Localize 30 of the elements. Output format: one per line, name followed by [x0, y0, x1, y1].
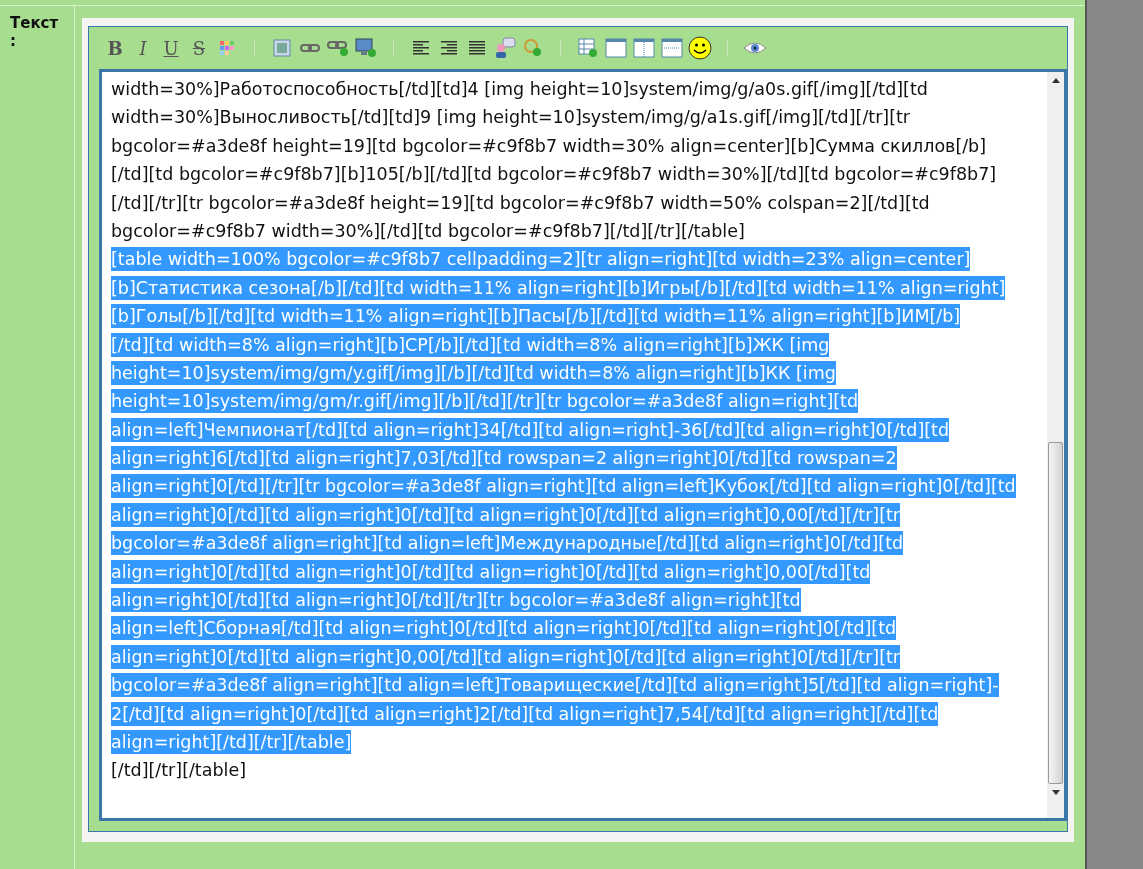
text-line: width=30%]Выносливость[/td][td]9 [img height=10]system/img/g/a1s.gif[/img][/td][/tr][tr — [111, 106, 911, 130]
field-label: Текст : — [10, 14, 60, 50]
palette-icon[interactable] — [219, 40, 235, 56]
text-line: [/td][/tr][/table] — [111, 759, 246, 783]
underline-button[interactable]: U — [159, 36, 183, 60]
smiley-icon[interactable] — [688, 36, 712, 60]
eye-icon[interactable] — [743, 40, 767, 56]
zoom-add-icon[interactable] — [523, 38, 543, 58]
link-add-icon[interactable] — [327, 39, 349, 57]
columns-icon[interactable] — [633, 38, 655, 58]
user-comment-icon[interactable] — [494, 37, 516, 59]
scroll-up-icon[interactable] — [1051, 78, 1060, 83]
text-line: bgcolor=#c9f8b7 width=30%][/td][td bgcolor=#c9f8b7][/td][/tr][/table] — [111, 219, 745, 243]
text-line: [/td][td bgcolor=#c9f8b7][b]105[/b][/td][td bgcolor=#c9f8b7 width=30%][/td][td bgcolor=#c9f8b7] — [111, 163, 997, 187]
text-line: [/td][/tr][tr bgcolor=#a3de8f height=19][td bgcolor=#c9f8b7 width=50% colspan=2][/td][td — [111, 191, 930, 215]
align-right-icon[interactable] — [440, 40, 458, 56]
window-icon[interactable] — [605, 38, 627, 58]
link-icon[interactable] — [300, 42, 320, 54]
scroll-down-icon[interactable] — [1051, 790, 1060, 795]
align-left-icon[interactable] — [412, 40, 430, 56]
scroll-thumb[interactable] — [1048, 442, 1063, 784]
text-line: bgcolor=#a3de8f height=19][td bgcolor=#c9f8b7 width=30% align=center][b]Сумма скиллов[/b] — [111, 134, 987, 158]
strikethrough-button[interactable]: S — [187, 36, 211, 60]
bold-button[interactable]: B — [103, 36, 127, 60]
scrollbar[interactable] — [1046, 72, 1064, 818]
italic-button[interactable]: I — [131, 36, 155, 60]
text-line: width=30%]Работоспособность[/td][td]4 [img height=10]system/img/g/a0s.gif[/img][/td][td — [111, 78, 928, 101]
table-add-icon[interactable] — [578, 38, 598, 58]
justify-icon[interactable] — [468, 40, 486, 56]
monitor-add-icon[interactable] — [355, 38, 377, 58]
